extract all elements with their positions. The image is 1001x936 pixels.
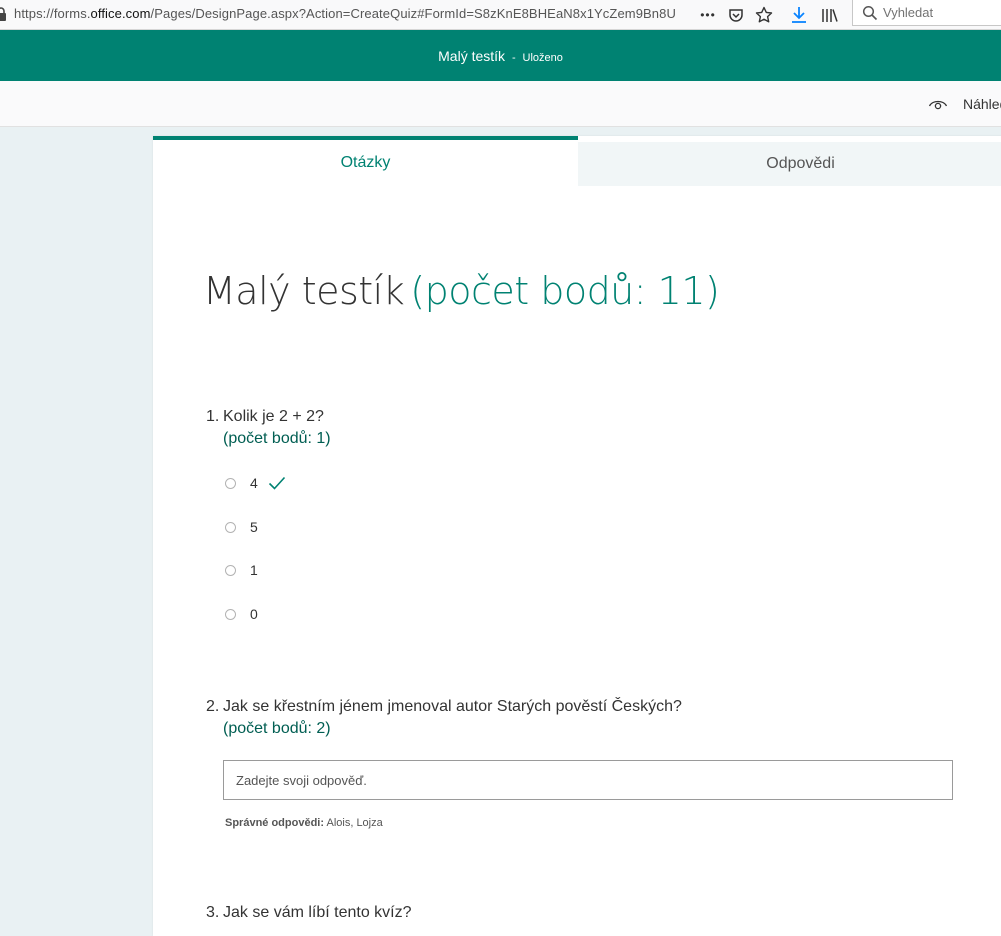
question-1-option-3[interactable]: 1 — [225, 560, 258, 580]
correct-answers: Správné odpovědi: Alois, Lojza — [225, 817, 383, 829]
browser-search-box[interactable] — [852, 0, 1001, 26]
question-2-points: (počet bodů: 2) — [223, 720, 331, 737]
app-header: Malý testík - Uloženo — [0, 30, 1001, 81]
question-3-text[interactable]: Jak se vám líbí tento kvíz? — [223, 904, 412, 922]
option-label: 5 — [250, 519, 258, 535]
eye-icon — [928, 100, 948, 110]
tab-questions[interactable]: Otázky — [153, 136, 578, 186]
address-bar[interactable]: https://forms.office.com/Pages/DesignPag… — [14, 6, 692, 24]
url-path: /Pages/DesignPage.aspx?Action=CreateQuiz… — [150, 6, 676, 21]
correct-checkmark-icon — [268, 476, 285, 490]
answer-input[interactable] — [223, 760, 953, 800]
question-1-option-2[interactable]: 5 — [225, 517, 258, 537]
header-separator: - — [511, 52, 516, 64]
form-total-points: (počet bodů: 11) — [410, 269, 720, 313]
radio-button[interactable] — [225, 608, 236, 620]
pocket-icon[interactable] — [724, 4, 748, 26]
option-label: 1 — [250, 562, 258, 578]
form-editor-card: Otázky Odpovědi Malý testík (počet bodů: … — [153, 136, 1001, 936]
header-title-line: Malý testík - Uloženo — [0, 48, 1001, 64]
preview-label: Náhled — [963, 96, 1001, 112]
correct-answers-values: Alois, Lojza — [326, 817, 383, 829]
question-2-text[interactable]: Jak se křestním jénem jmenoval autor Sta… — [223, 698, 682, 716]
radio-button[interactable] — [225, 564, 236, 576]
correct-answers-label: Správné odpovědi: — [225, 817, 325, 829]
saved-status: Uloženo — [522, 52, 563, 64]
preview-button[interactable]: Náhled — [928, 93, 1001, 115]
url-prefix: https://forms. — [14, 6, 91, 21]
question-1-number: 1. — [206, 408, 220, 425]
option-label: 0 — [250, 606, 258, 622]
question-1-points: (počet bodů: 1) — [223, 430, 331, 447]
question-1-option-4[interactable]: 0 — [225, 604, 258, 624]
library-icon[interactable] — [818, 4, 842, 26]
question-2-number: 2. — [206, 698, 220, 715]
tab-responses[interactable]: Odpovědi — [578, 142, 1001, 186]
design-toolbar: Náhled — [0, 81, 1001, 127]
search-input[interactable] — [883, 3, 993, 21]
more-actions-button[interactable]: ••• — [696, 4, 720, 26]
radio-button[interactable] — [225, 521, 236, 533]
browser-toolbar: https://forms.office.com/Pages/DesignPag… — [0, 0, 1001, 30]
question-1-option-1[interactable]: 4 — [225, 473, 286, 493]
url-domain: office.com — [90, 6, 151, 21]
form-title-text: Malý testík — [203, 269, 405, 313]
question-3-number: 3. — [206, 904, 220, 921]
form-title[interactable]: Malý testík (počet bodů: 11) — [203, 269, 720, 313]
form-name: Malý testík — [438, 48, 506, 64]
bookmark-star-icon[interactable] — [752, 4, 776, 26]
search-icon — [862, 5, 878, 21]
download-icon[interactable] — [787, 4, 811, 26]
radio-button[interactable] — [225, 477, 236, 489]
question-1-text[interactable]: Kolik je 2 + 2? — [223, 408, 324, 426]
lock-icon — [0, 7, 6, 21]
option-label: 4 — [250, 475, 258, 491]
